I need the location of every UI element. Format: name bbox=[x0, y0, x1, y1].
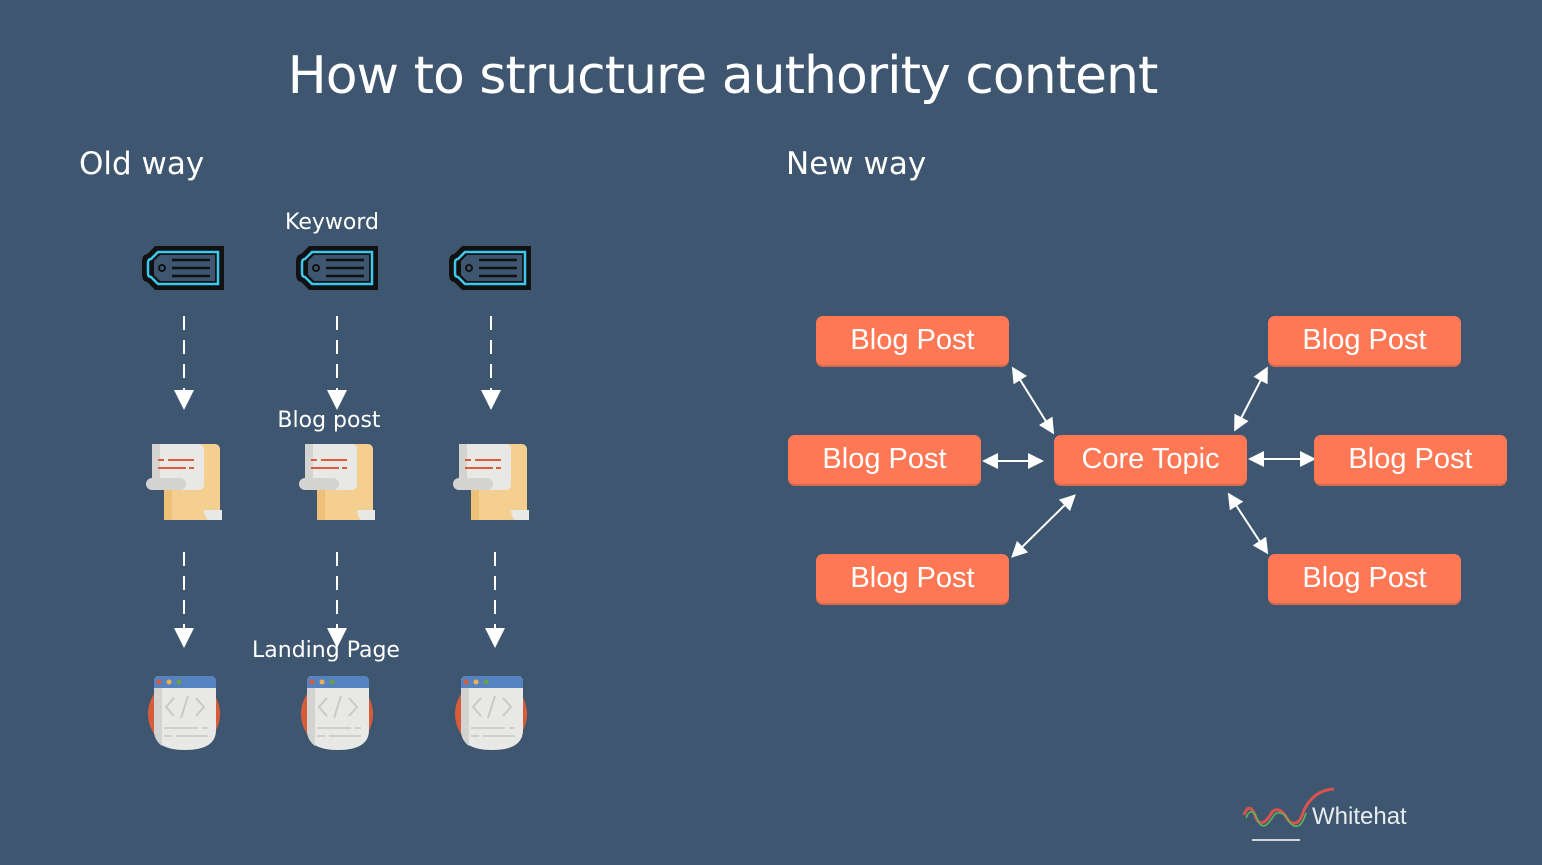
browser-code-icon bbox=[147, 675, 221, 751]
blog-post-node: Blog Post bbox=[816, 554, 1009, 603]
bidirectional-arrow bbox=[1011, 366, 1055, 435]
blog-post-node: Blog Post bbox=[1268, 554, 1461, 603]
blog-post-node: Blog Post bbox=[1314, 435, 1507, 484]
bidirectional-arrow bbox=[1227, 492, 1269, 555]
scroll-document-icon bbox=[298, 443, 376, 521]
column-1 bbox=[142, 246, 224, 751]
tag-icon bbox=[296, 246, 378, 290]
blog-post-node: Blog Post bbox=[788, 435, 981, 484]
browser-code-icon bbox=[454, 675, 528, 751]
column-3 bbox=[449, 246, 531, 751]
scroll-document-icon bbox=[145, 443, 223, 521]
old-way-diagram bbox=[142, 246, 1335, 841]
bidirectional-arrow bbox=[1011, 494, 1076, 558]
browser-code-icon bbox=[300, 675, 374, 751]
blog-post-node: Blog Post bbox=[816, 316, 1009, 365]
column-2 bbox=[296, 246, 378, 751]
logo-text: Whitehat bbox=[1312, 803, 1407, 830]
blog-post-node: Blog Post bbox=[1268, 316, 1461, 365]
core-topic-node: Core Topic bbox=[1054, 435, 1247, 484]
scroll-document-icon bbox=[452, 443, 530, 521]
tag-icon bbox=[142, 246, 224, 290]
tag-icon bbox=[449, 246, 531, 290]
bidirectional-arrow bbox=[1234, 366, 1268, 432]
